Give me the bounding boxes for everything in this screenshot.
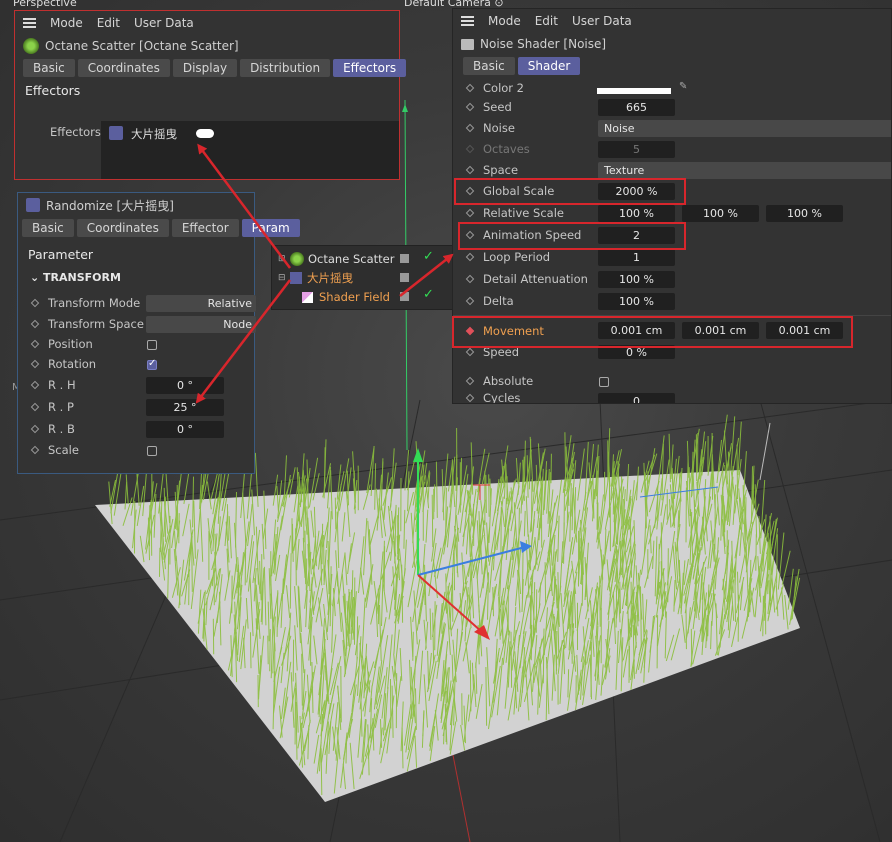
arrow-effector-to-tree bbox=[197, 143, 292, 269]
arrow-shader-field-to-noise bbox=[399, 253, 454, 297]
annotation-arrows bbox=[195, 143, 454, 404]
arrow-tree-to-rp bbox=[195, 279, 291, 404]
